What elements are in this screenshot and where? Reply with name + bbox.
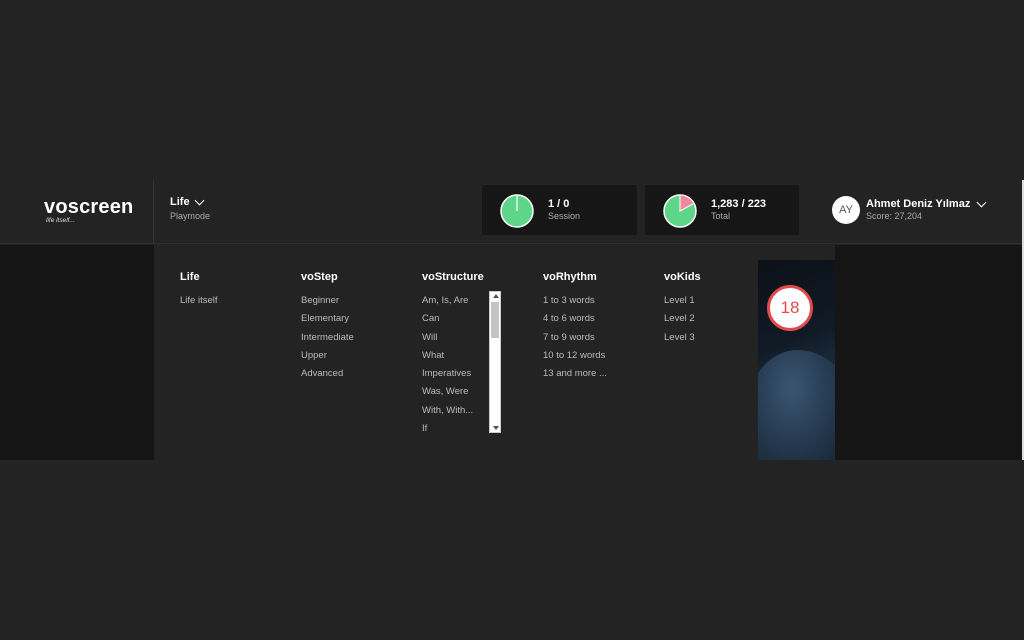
playmode-subtitle: Playmode (170, 211, 211, 221)
menu-heading[interactable]: Life (180, 271, 218, 283)
total-value: 1,283 / 223 (711, 198, 767, 210)
menu-column-life: Life Life itself (180, 271, 218, 310)
menu-item[interactable]: 7 to 9 words (543, 329, 607, 347)
thumbnail-figure (758, 350, 835, 460)
menu-item[interactable]: 13 and more ... (543, 365, 607, 383)
chevron-down-icon (976, 197, 987, 207)
age-rating-badge: 18 (767, 285, 813, 331)
menu-item[interactable]: Was, Were (422, 383, 482, 401)
menu-item[interactable]: With, With... (422, 402, 482, 420)
menu-heading[interactable]: voStep (301, 271, 354, 283)
menu-item[interactable]: What (422, 347, 482, 365)
session-stat: 1 / 0 Session (482, 185, 637, 235)
structure-list[interactable]: Am, Is, Are Can Will What Imperatives Wa… (422, 292, 482, 438)
menu-column-vokids: voKids Level 1 Level 2 Level 3 (664, 271, 701, 347)
menu-column-vostep: voStep Beginner Elementary Intermediate … (301, 271, 354, 383)
menu-item[interactable]: 1 to 3 words (543, 292, 607, 310)
menu-item[interactable]: 10 to 12 words (543, 347, 607, 365)
session-label: Session (548, 211, 581, 221)
playmode-dropdown: Life Life itself voStep Beginner Element… (154, 245, 758, 460)
menu-item[interactable]: Am, Is, Are (422, 292, 482, 310)
logo-tagline: life itself... (46, 217, 75, 224)
menu-item[interactable]: Will (422, 329, 482, 347)
menu-item[interactable]: If (422, 420, 482, 438)
structure-scrollbar[interactable] (489, 291, 501, 433)
total-stat: 1,283 / 223 Total (645, 185, 799, 235)
scroll-down-icon[interactable] (493, 426, 499, 430)
total-pie-icon (663, 194, 697, 228)
menu-column-vorhythm: voRhythm 1 to 3 words 4 to 6 words 7 to … (543, 271, 607, 383)
logo-wordmark: voscreen (44, 196, 134, 218)
menu-item[interactable]: 4 to 6 words (543, 310, 607, 328)
menu-heading[interactable]: voKids (664, 271, 701, 283)
menu-heading[interactable]: voRhythm (543, 271, 607, 283)
top-bar: voscreen life itself... Life Playmode 1 … (0, 180, 1024, 244)
menu-item[interactable]: Life itself (180, 292, 218, 310)
user-score: Score: 27,204 (866, 211, 923, 221)
menu-item[interactable]: Upper (301, 347, 354, 365)
menu-heading[interactable]: voStructure (422, 271, 484, 283)
left-background (0, 245, 154, 460)
menu-item[interactable]: Intermediate (301, 329, 354, 347)
playmode-selector[interactable]: Life Playmode (170, 195, 211, 221)
right-background (835, 245, 1022, 460)
menu-item[interactable]: Advanced (301, 365, 354, 383)
chevron-down-icon (194, 195, 205, 205)
scrollbar-thumb[interactable] (491, 302, 499, 338)
menu-item[interactable]: Level 3 (664, 329, 701, 347)
video-thumbnail[interactable]: 18 (758, 260, 835, 460)
menu-item[interactable]: Level 2 (664, 310, 701, 328)
menu-item[interactable]: Beginner (301, 292, 354, 310)
header-divider (153, 180, 154, 244)
menu-column-vostructure: voStructure Am, Is, Are Can Will What Im… (422, 271, 484, 438)
avatar: AY (832, 196, 860, 224)
session-value: 1 / 0 (548, 198, 570, 210)
menu-item[interactable]: Imperatives (422, 365, 482, 383)
menu-item[interactable]: Can (422, 310, 482, 328)
menu-item[interactable]: Level 1 (664, 292, 701, 310)
playmode-title: Life (170, 196, 190, 208)
voscreen-logo[interactable]: voscreen life itself... (44, 197, 144, 227)
menu-item[interactable]: Elementary (301, 310, 354, 328)
scroll-up-icon[interactable] (493, 294, 499, 298)
session-pie-icon (500, 194, 534, 228)
user-name: Ahmet Deniz Yılmaz (866, 198, 971, 210)
total-label: Total (711, 211, 731, 221)
